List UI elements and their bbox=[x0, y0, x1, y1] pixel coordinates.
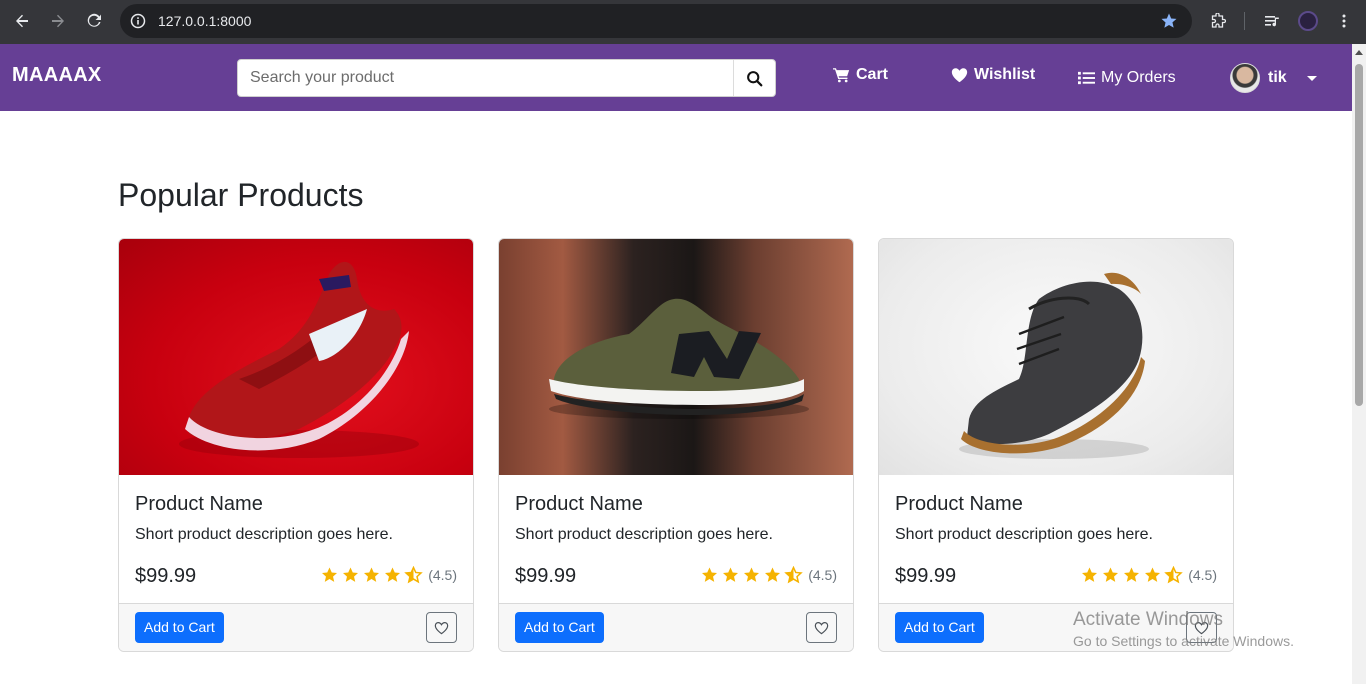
search-icon bbox=[747, 70, 763, 86]
star-full-icon bbox=[322, 567, 338, 582]
star-full-icon bbox=[1103, 567, 1119, 582]
page-title: Popular Products bbox=[118, 177, 364, 213]
browser-toolbar: 127.0.0.1:8000 bbox=[0, 0, 1366, 44]
media-control-icon[interactable] bbox=[1260, 9, 1284, 33]
nav-cart-link[interactable]: Cart bbox=[833, 66, 888, 84]
star-half-icon bbox=[404, 566, 423, 584]
product-rating: (4.5) bbox=[700, 566, 837, 584]
user-menu-toggle[interactable]: tik bbox=[1230, 63, 1317, 93]
star-full-icon bbox=[1082, 567, 1098, 582]
product-image-olive-new-balance-sneaker[interactable] bbox=[499, 239, 853, 475]
url-text: 127.0.0.1:8000 bbox=[158, 13, 252, 29]
product-rating: (4.5) bbox=[320, 566, 457, 584]
heart-outline-icon bbox=[434, 621, 449, 634]
product-price: $99.99 bbox=[515, 565, 577, 587]
product-name[interactable]: Product Name bbox=[895, 493, 1217, 516]
nav-orders-link[interactable]: My Orders bbox=[1078, 69, 1176, 87]
add-to-wishlist-button[interactable] bbox=[426, 612, 457, 643]
product-image-red-nike-sneaker[interactable] bbox=[119, 239, 473, 475]
star-full-icon bbox=[702, 567, 718, 582]
product-card: Product Name Short product description g… bbox=[878, 238, 1234, 652]
rating-count: (4.5) bbox=[808, 567, 837, 583]
product-description: Short product description goes here. bbox=[895, 526, 1153, 543]
star-full-icon bbox=[765, 567, 781, 582]
browser-profile-icon[interactable] bbox=[1296, 9, 1320, 33]
card-footer: Add to Cart bbox=[499, 603, 853, 651]
brand-logo[interactable]: MAAAAX bbox=[12, 64, 102, 87]
product-name[interactable]: Product Name bbox=[135, 493, 457, 516]
extensions-icon[interactable] bbox=[1206, 9, 1230, 33]
cart-icon bbox=[833, 68, 850, 83]
toolbar-divider bbox=[1244, 12, 1245, 30]
product-image-grey-chukka-boot[interactable] bbox=[879, 239, 1233, 475]
bookmark-star-icon[interactable] bbox=[1160, 12, 1178, 30]
search-form bbox=[237, 59, 776, 97]
product-rating: (4.5) bbox=[1080, 566, 1217, 584]
star-full-icon bbox=[744, 567, 760, 582]
product-price: $99.99 bbox=[135, 565, 197, 587]
star-full-icon bbox=[723, 567, 739, 582]
star-full-icon bbox=[364, 567, 380, 582]
back-icon[interactable] bbox=[10, 9, 34, 33]
add-to-cart-button[interactable]: Add to Cart bbox=[515, 612, 604, 643]
watermark-subtitle: Go to Settings to activate Windows. bbox=[1073, 633, 1294, 649]
rating-count: (4.5) bbox=[1188, 567, 1217, 583]
star-half-icon bbox=[784, 566, 803, 584]
product-card: Product Name Short product description g… bbox=[118, 238, 474, 652]
star-half-icon bbox=[1164, 566, 1183, 584]
product-description: Short product description goes here. bbox=[135, 526, 393, 543]
heart-icon bbox=[951, 68, 968, 83]
chevron-down-icon bbox=[1306, 75, 1317, 81]
add-to-cart-button[interactable]: Add to Cart bbox=[895, 612, 984, 643]
star-full-icon bbox=[343, 567, 359, 582]
nav-wishlist-label: Wishlist bbox=[974, 66, 1036, 83]
list-icon bbox=[1078, 71, 1095, 85]
card-footer: Add to Cart bbox=[119, 603, 473, 651]
search-input[interactable] bbox=[238, 60, 733, 96]
product-name[interactable]: Product Name bbox=[515, 493, 837, 516]
nav-orders-label: My Orders bbox=[1101, 69, 1176, 86]
nav-wishlist-link[interactable]: Wishlist bbox=[951, 66, 1035, 84]
product-card: Product Name Short product description g… bbox=[498, 238, 854, 652]
user-name: tik bbox=[1268, 69, 1287, 86]
avatar bbox=[1230, 63, 1260, 93]
add-to-wishlist-button[interactable] bbox=[806, 612, 837, 643]
browser-menu-icon[interactable] bbox=[1332, 9, 1356, 33]
scroll-thumb[interactable] bbox=[1355, 64, 1363, 406]
reload-icon[interactable] bbox=[82, 9, 106, 33]
watermark-title: Activate Windows bbox=[1073, 609, 1223, 630]
rating-count: (4.5) bbox=[428, 567, 457, 583]
product-price: $99.99 bbox=[895, 565, 957, 587]
activate-windows-watermark: Activate Windows Go to Settings to activ… bbox=[1073, 609, 1294, 649]
nav-cart-label: Cart bbox=[856, 66, 889, 83]
product-description: Short product description goes here. bbox=[515, 526, 773, 543]
address-bar[interactable]: 127.0.0.1:8000 bbox=[120, 4, 1192, 38]
star-full-icon bbox=[1145, 567, 1161, 582]
scroll-up-arrow-icon[interactable] bbox=[1355, 50, 1363, 55]
site-info-icon[interactable] bbox=[130, 13, 146, 29]
add-to-cart-button[interactable]: Add to Cart bbox=[135, 612, 224, 643]
site-navbar: MAAAAX Cart Wishlist My Orders tik bbox=[0, 44, 1352, 111]
star-full-icon bbox=[385, 567, 401, 582]
star-full-icon bbox=[1124, 567, 1140, 582]
forward-icon[interactable] bbox=[46, 9, 70, 33]
heart-outline-icon bbox=[814, 621, 829, 634]
search-button[interactable] bbox=[733, 60, 775, 96]
page-scrollbar[interactable] bbox=[1352, 44, 1366, 684]
